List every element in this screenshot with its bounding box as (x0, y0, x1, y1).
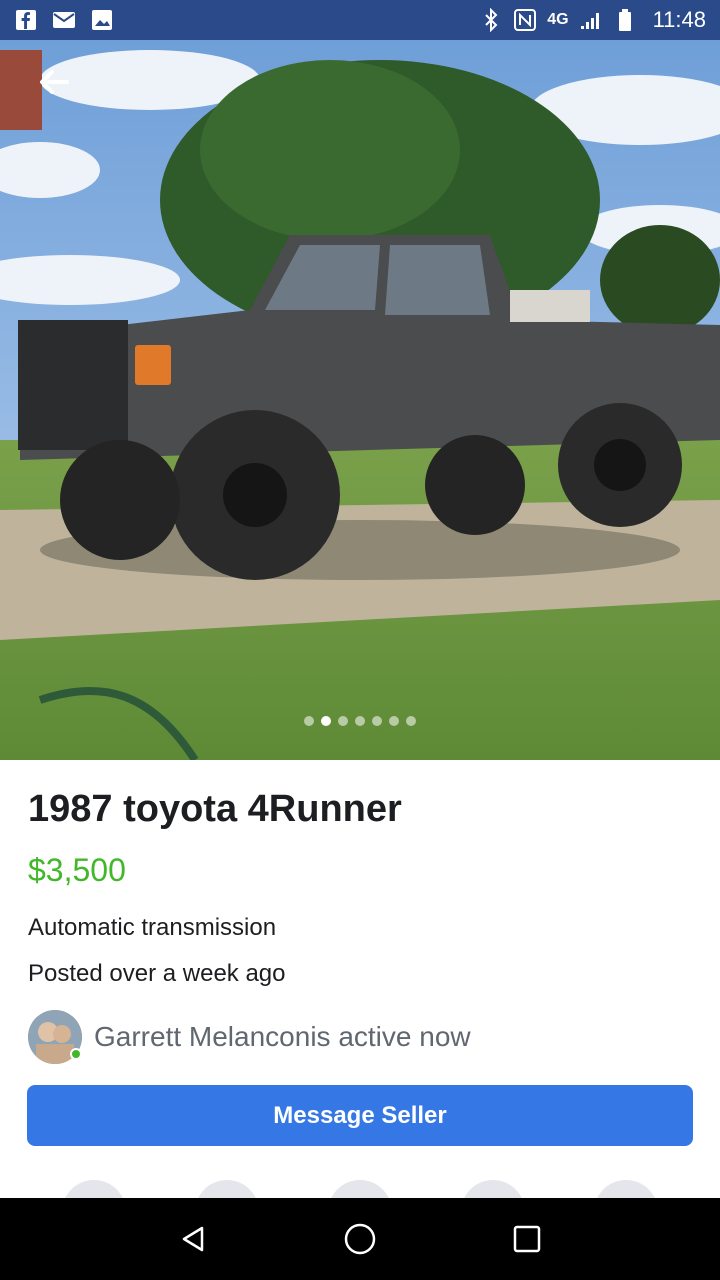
arrow-left-icon (40, 70, 69, 94)
action-button[interactable] (461, 1180, 525, 1198)
photo-pagination (0, 716, 720, 726)
signal-icon (579, 8, 603, 32)
clock: 11:48 (652, 7, 706, 32)
bluetooth-icon (479, 8, 503, 32)
image-icon (90, 8, 114, 32)
pagination-dot (304, 716, 314, 726)
listing-title: 1987 toyota 4Runner (28, 788, 402, 830)
triangle-back-icon (183, 1226, 204, 1252)
transmission-text: Automatic transmission (28, 914, 277, 941)
battery-icon (613, 8, 637, 32)
truck-photo (0, 40, 720, 760)
action-button[interactable] (195, 1180, 259, 1198)
pagination-dot (372, 716, 382, 726)
action-icons-row (0, 1180, 720, 1198)
seller-row[interactable]: Garrett Melanconis active now (28, 1010, 471, 1064)
action-button[interactable] (328, 1180, 392, 1198)
message-seller-button[interactable]: Message Seller (27, 1085, 693, 1146)
pagination-dot (406, 716, 416, 726)
status-right-icons: 4G 11:48 (479, 7, 706, 33)
back-button[interactable] (34, 62, 74, 102)
status-left-icons (14, 8, 114, 32)
mail-icon (52, 8, 76, 32)
nav-back-button[interactable] (169, 1215, 217, 1263)
status-bar: 4G 11:48 (0, 0, 720, 40)
facebook-icon (14, 8, 38, 32)
nfc-icon (513, 8, 537, 32)
posted-time: Posted over a week ago (28, 960, 286, 987)
pagination-dot (355, 716, 365, 726)
online-indicator (70, 1048, 82, 1060)
nav-recents-button[interactable] (503, 1215, 551, 1263)
seller-name-status[interactable]: Garrett Melanconis active now (94, 1021, 471, 1053)
listing-price: $3,500 (28, 852, 126, 888)
action-button[interactable] (594, 1180, 658, 1198)
navigation-bar (0, 1198, 720, 1280)
pagination-dot (338, 716, 348, 726)
listing-details: 1987 toyota 4Runner $3,500 Automatic tra… (0, 760, 720, 1198)
network-type: 4G (547, 11, 569, 28)
nav-home-button[interactable] (336, 1215, 384, 1263)
pagination-dot (321, 716, 331, 726)
listing-photo[interactable] (0, 40, 720, 760)
square-recents-icon (513, 1225, 540, 1253)
pagination-dot (389, 716, 399, 726)
action-button[interactable] (62, 1180, 126, 1198)
circle-home-icon (344, 1223, 376, 1255)
